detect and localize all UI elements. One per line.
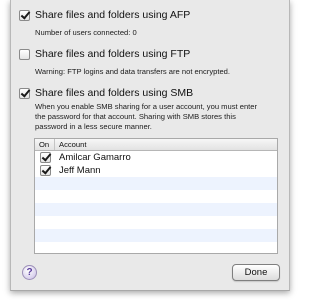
smb-description: When you enable SMB sharing for a user a… xyxy=(35,102,257,132)
account-name: Amilcar Gamarro xyxy=(59,152,131,163)
table-row[interactable]: Jeff Mann xyxy=(35,164,277,177)
afp-checkbox[interactable] xyxy=(19,9,30,21)
ftp-label: Share files and folders using FTP xyxy=(35,48,191,60)
column-header-on[interactable]: On xyxy=(35,139,55,150)
ftp-option[interactable]: Share files and folders using FTP xyxy=(19,48,190,60)
table-row[interactable]: Amilcar Gamarro xyxy=(35,151,277,164)
afp-option[interactable]: Share files and folders using AFP xyxy=(19,9,190,21)
smb-option[interactable]: Share files and folders using SMB xyxy=(19,87,193,99)
empty-row xyxy=(35,216,277,229)
afp-users-connected: Number of users connected: 0 xyxy=(35,28,137,37)
done-button[interactable]: Done xyxy=(232,264,280,281)
smb-checkbox[interactable] xyxy=(19,87,30,99)
smb-description-line: password in a less secure manner. xyxy=(35,122,152,131)
ftp-checkbox[interactable] xyxy=(19,48,30,60)
help-button[interactable]: ? xyxy=(22,265,37,280)
empty-row xyxy=(35,229,277,242)
row-enabled-cell xyxy=(35,165,55,176)
afp-label: Share files and folders using AFP xyxy=(35,9,191,21)
account-enabled-checkbox[interactable] xyxy=(39,165,51,176)
account-enabled-checkbox[interactable] xyxy=(39,152,51,163)
accounts-table-header: On Account xyxy=(35,139,277,151)
smb-description-line: When you enable SMB sharing for a user a… xyxy=(35,102,258,111)
file-sharing-options-sheet: Share files and folders using AFP Number… xyxy=(10,0,290,291)
column-header-account[interactable]: Account xyxy=(55,140,86,149)
empty-row xyxy=(35,203,277,216)
account-name: Jeff Mann xyxy=(59,165,101,176)
ftp-warning: Warning: FTP logins and data transfers a… xyxy=(35,67,231,76)
smb-description-line: the password for that account. Sharing w… xyxy=(35,112,236,121)
empty-row xyxy=(35,177,277,190)
accounts-table[interactable]: On Account Amilcar Gamarro Jeff Mann xyxy=(34,138,278,254)
row-enabled-cell xyxy=(35,152,55,163)
help-icon: ? xyxy=(26,266,33,278)
smb-label: Share files and folders using SMB xyxy=(35,87,194,99)
empty-row xyxy=(35,190,277,203)
empty-row xyxy=(35,242,277,253)
